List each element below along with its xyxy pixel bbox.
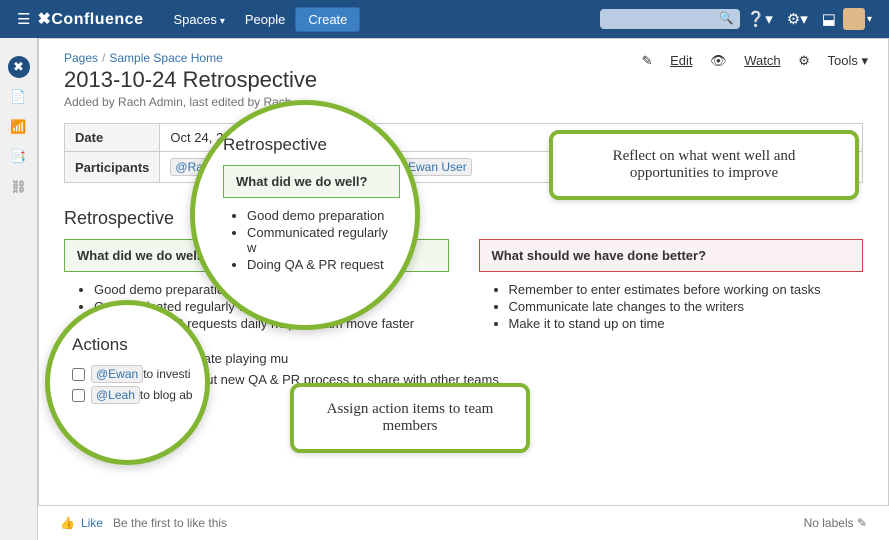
action-text: to blog ab — [140, 388, 193, 402]
gear-icon[interactable]: ⚙▾ — [787, 10, 808, 28]
action-row: @Leah to blog ab — [72, 386, 193, 404]
watch-button[interactable]: 👁 Watch — [710, 53, 780, 68]
top-nav: ☰ ✖Confluence Spaces▾ People Create 🔍 ❔▾… — [0, 0, 889, 38]
list-item: Communicated regularly w — [247, 225, 400, 255]
like-link[interactable]: Like — [81, 516, 103, 530]
create-button[interactable]: Create — [295, 7, 360, 32]
action-checkbox[interactable] — [72, 389, 85, 402]
list-item: Make it to stand up on time — [509, 316, 864, 331]
zoom-actions: Actions @Ewan to investi @Leah to blog a… — [45, 300, 210, 465]
no-labels: No labels ✎ — [804, 516, 867, 530]
crumb-space[interactable]: Sample Space Home — [109, 51, 222, 65]
better-column: What should we have done better? Remembe… — [479, 239, 864, 341]
page-title: 2013-10-24 Retrospective — [64, 67, 863, 93]
help-icon[interactable]: ❔▾ — [747, 10, 773, 28]
feed-icon[interactable]: 📶 — [8, 116, 30, 138]
retro-heading: Retrospective — [64, 208, 863, 229]
mention-leah[interactable]: @Leah — [91, 386, 140, 404]
list-item: Doing QA & PR request — [247, 257, 400, 272]
action-row: @Ewan to investi — [72, 365, 193, 383]
avatar[interactable] — [843, 8, 865, 30]
zoom-heading: Actions — [72, 335, 193, 355]
nav-spaces[interactable]: Spaces▾ — [173, 12, 224, 27]
byline: Added by Rach Admin, last edited by Rach — [64, 95, 863, 109]
sidebar: ✖ 📄 📶 📑 ⛓ — [0, 38, 38, 540]
space-icon[interactable]: ✖ — [8, 56, 30, 78]
thumb-icon: 👍 — [60, 516, 75, 530]
menu-icon[interactable]: ☰ — [17, 10, 30, 28]
zoom-well-panel: What did we do well? — [223, 165, 400, 198]
action-text: to investi — [143, 367, 190, 381]
page-actions: ✎ Edit 👁 Watch ⚙ Tools ▾ — [628, 53, 868, 69]
hierarchy-icon[interactable]: ⛓ — [8, 176, 30, 198]
better-list: Remember to enter estimates before worki… — [509, 282, 864, 331]
mention-ewan[interactable]: @Ewan — [91, 365, 143, 383]
like-bar: 👍 Like Be the first to like this No labe… — [38, 505, 889, 540]
nav-people[interactable]: People — [245, 12, 285, 27]
callout-assign: Assign action items to team members — [290, 383, 530, 453]
zoom-retrospective: Retrospective What did we do well? Good … — [190, 100, 420, 330]
callout-reflect: Reflect on what went well and opportunit… — [549, 130, 859, 200]
better-panel: What should we have done better? — [479, 239, 864, 272]
zoom-well-list: Good demo preparation Communicated regul… — [247, 208, 400, 272]
search-icon: 🔍 — [719, 11, 734, 25]
tray-icon[interactable]: ⬓ — [822, 10, 836, 28]
zoom-heading: Retrospective — [223, 135, 400, 155]
pagetree-icon[interactable]: 📑 — [8, 146, 30, 168]
page-icon[interactable]: 📄 — [8, 86, 30, 108]
list-item: Good demo preparation — [247, 208, 400, 223]
page-body: Pages/Sample Space Home 2013-10-24 Retro… — [38, 38, 889, 540]
like-status: Be the first to like this — [113, 516, 227, 530]
meta-date-key: Date — [65, 124, 160, 152]
mention-ewan-user[interactable]: Ewan User — [403, 158, 472, 176]
action-checkbox[interactable] — [72, 368, 85, 381]
avatar-caret-icon[interactable]: ▾ — [867, 14, 872, 25]
edit-button[interactable]: ✎ Edit — [642, 53, 693, 68]
meta-participants-key: Participants — [65, 152, 160, 183]
tools-button[interactable]: ⚙ Tools ▾ — [798, 53, 868, 68]
confluence-logo[interactable]: ✖Confluence — [37, 9, 143, 29]
list-item: Communicate late changes to the writers — [509, 299, 864, 314]
list-item: Remember to enter estimates before worki… — [509, 282, 864, 297]
crumb-pages[interactable]: Pages — [64, 51, 98, 65]
